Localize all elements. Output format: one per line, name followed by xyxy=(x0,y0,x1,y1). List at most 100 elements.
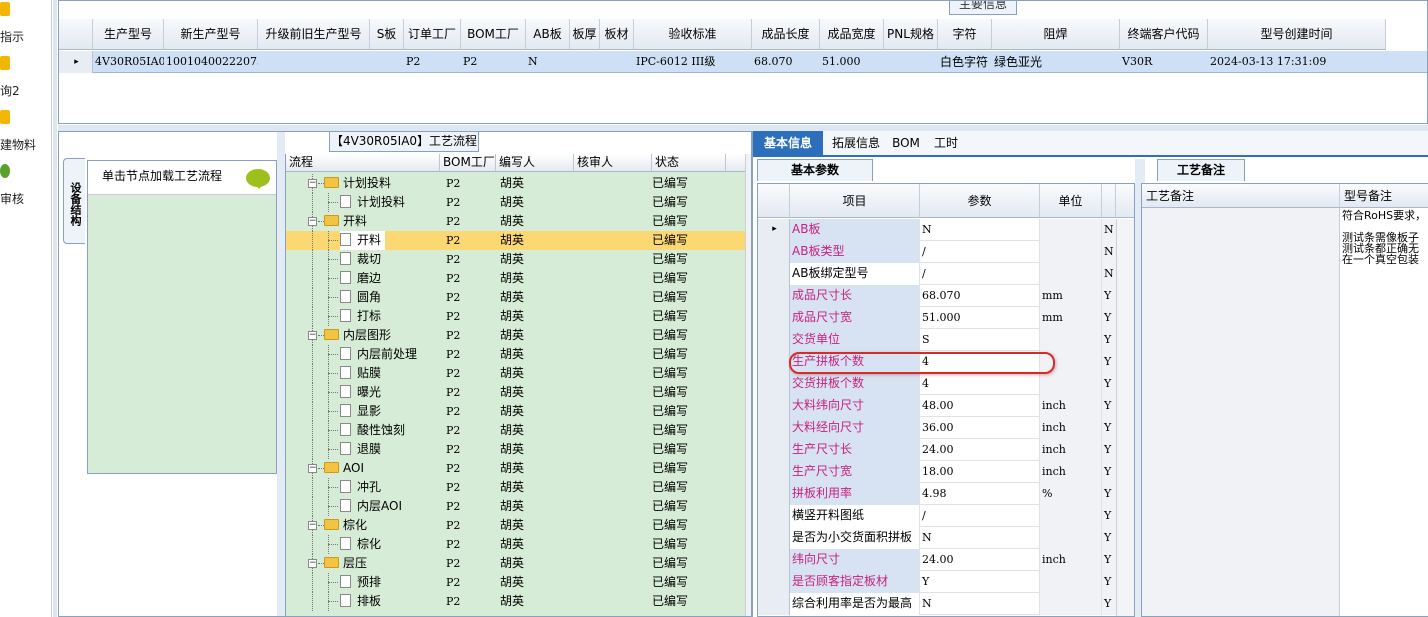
tree-node-step[interactable]: 棕化 xyxy=(340,535,381,554)
table-cell[interactable]: 51.000 xyxy=(820,51,884,73)
param-value[interactable]: 36.00 xyxy=(920,417,1040,439)
tree-row[interactable]: − 层压 P2 胡英 已编写 xyxy=(286,554,745,573)
param-value[interactable]: Y xyxy=(920,571,1040,593)
table-cell[interactable]: 4V30R05IA0 xyxy=(93,51,164,73)
tree-row[interactable]: 显影 P2 胡英 已编写 xyxy=(286,402,745,421)
param-row[interactable]: 是否顾客指定板材 Y Y xyxy=(758,571,1134,593)
tree-node-step[interactable]: 裁切 xyxy=(340,250,381,269)
param-value[interactable]: 4.98 xyxy=(920,483,1040,505)
tree-node-step[interactable]: 计划投料 xyxy=(340,193,405,212)
tree-row[interactable]: − 计划投料 P2 胡英 已编写 xyxy=(286,174,745,193)
param-row[interactable]: 交货拼板个数 4 Y xyxy=(758,373,1134,395)
tree-row[interactable]: 棕化 P2 胡英 已编写 xyxy=(286,535,745,554)
param-row[interactable]: 拼板利用率 4.98% Y xyxy=(758,483,1134,505)
equipment-structure-tab[interactable]: 设备结构 xyxy=(63,158,85,244)
nav-item-2[interactable]: 建物料 xyxy=(0,136,50,153)
param-value[interactable]: N xyxy=(920,593,1040,615)
params-scrollbar[interactable] xyxy=(1116,219,1134,616)
tab-2[interactable]: BOM xyxy=(889,131,923,155)
tree-node-step[interactable]: 内层AOI xyxy=(340,497,402,516)
model-note-cell[interactable]: 符合RoHS要求， 测试条需像板子 测试条都正确无 在一个真空包装 xyxy=(1342,210,1428,265)
table-cell[interactable]: IPC-6012 III级 xyxy=(634,51,752,73)
param-value[interactable]: 4 xyxy=(920,373,1040,395)
tree-node-step[interactable]: 曝光 xyxy=(340,383,381,402)
table-cell[interactable]: 68.070 xyxy=(752,51,820,73)
tree-row[interactable]: − 内层图形 P2 胡英 已编写 xyxy=(286,326,745,345)
tree-node-group[interactable]: 开料 xyxy=(324,212,367,231)
param-value[interactable]: 24.00 xyxy=(920,439,1040,461)
collapse-icon[interactable]: − xyxy=(308,217,317,226)
nav-item-1[interactable]: 询2 xyxy=(0,82,50,99)
column-header[interactable]: 新生产型号 xyxy=(164,19,258,50)
table-cell[interactable] xyxy=(258,51,370,73)
column-header[interactable]: AB板 xyxy=(526,19,570,50)
param-row[interactable]: 纬向尺寸 24.00 inch Y xyxy=(758,549,1134,571)
tree-row[interactable]: 内层前处理 P2 胡英 已编写 xyxy=(286,345,745,364)
column-header[interactable]: BOM工厂 xyxy=(461,19,526,50)
tree-node-step[interactable]: 显影 xyxy=(340,402,381,421)
column-header[interactable]: PNL规格 xyxy=(884,19,938,50)
column-header[interactable]: 工艺备注 xyxy=(1142,184,1340,208)
param-row[interactable]: 生产尺寸宽 18.00 inch Y xyxy=(758,461,1134,483)
column-header[interactable]: 升级前旧生产型号 xyxy=(258,19,370,50)
tree-row[interactable]: 裁切 P2 胡英 已编写 xyxy=(286,250,745,269)
column-header[interactable]: 成品长度 xyxy=(752,19,820,50)
column-header[interactable]: 成品宽度 xyxy=(820,19,884,50)
param-value[interactable]: / xyxy=(920,263,1040,285)
param-row[interactable]: 是否为小交货面积拼板 N Y xyxy=(758,527,1134,549)
tree-row[interactable]: 计划投料 P2 胡英 已编写 xyxy=(286,193,745,212)
tree-row[interactable]: 退膜 P2 胡英 已编写 xyxy=(286,440,745,459)
tree-row[interactable]: 预排 P2 胡英 已编写 xyxy=(286,573,745,592)
tab-0[interactable]: 基本信息 xyxy=(753,131,823,155)
param-value[interactable]: N xyxy=(920,219,1040,241)
nav-item-3[interactable]: 审核 xyxy=(0,190,50,207)
tree-row[interactable]: 内层AOI P2 胡英 已编写 xyxy=(286,497,745,516)
table-cell[interactable] xyxy=(600,51,634,73)
param-row[interactable]: 生产尺寸长 24.00 inch Y xyxy=(758,439,1134,461)
column-header[interactable]: S板 xyxy=(370,19,404,50)
column-header[interactable]: 单位 xyxy=(1040,184,1102,218)
arrow-folder-icon[interactable] xyxy=(0,56,10,70)
column-header[interactable]: 型号创建时间 xyxy=(1208,19,1386,50)
param-row[interactable]: AB板类型 / N xyxy=(758,241,1134,263)
collapse-icon[interactable]: − xyxy=(308,521,317,530)
param-value[interactable]: N xyxy=(920,527,1040,549)
table-cell[interactable]: 2024-03-13 17:31:09 xyxy=(1208,51,1386,73)
tree-node-group[interactable]: AOI xyxy=(324,459,364,478)
tree-node-step[interactable]: 酸性蚀刻 xyxy=(340,421,405,440)
tree-row[interactable]: 排板 P2 胡英 已编写 xyxy=(286,592,745,611)
tree-row[interactable]: 贴膜 P2 胡英 已编写 xyxy=(286,364,745,383)
param-row[interactable]: 大料纬向尺寸 48.00 inch Y xyxy=(758,395,1134,417)
tree-row[interactable]: 曝光 P2 胡英 已编写 xyxy=(286,383,745,402)
column-header[interactable]: 状态 xyxy=(652,154,726,172)
column-header[interactable]: 验收标准 xyxy=(634,19,752,50)
param-row[interactable]: ▸ AB板 N N xyxy=(758,219,1134,241)
check-icon[interactable] xyxy=(0,164,10,178)
tree-node-step[interactable]: 开料 xyxy=(340,231,386,250)
tree-node-step[interactable]: 排板 xyxy=(340,592,381,611)
tab-3[interactable]: 工时 xyxy=(923,131,969,155)
tree-node-step[interactable]: 贴膜 xyxy=(340,364,381,383)
tree-row[interactable]: 酸性蚀刻 P2 胡英 已编写 xyxy=(286,421,745,440)
param-row[interactable]: 横竖开料图纸 / Y xyxy=(758,505,1134,527)
tree-node-group[interactable]: 层压 xyxy=(324,554,367,573)
column-header[interactable]: 阻焊 xyxy=(992,19,1120,50)
tree-row[interactable]: 冲孔 P2 胡英 已编写 xyxy=(286,478,745,497)
column-header[interactable]: 订单工厂 xyxy=(404,19,461,50)
tree-row[interactable]: − 开料 P2 胡英 已编写 xyxy=(286,212,745,231)
nav-item-0[interactable]: 指示 xyxy=(0,28,50,45)
collapse-icon[interactable]: − xyxy=(308,559,317,568)
table-cell[interactable]: P2 xyxy=(461,51,526,73)
tab-1[interactable]: 拓展信息 xyxy=(823,131,889,155)
tree-row[interactable]: 打标 P2 胡英 已编写 xyxy=(286,307,745,326)
column-header[interactable]: 板材 xyxy=(600,19,634,50)
table-cell[interactable]: 白色字符 xyxy=(938,51,992,73)
column-header[interactable]: 参数 xyxy=(920,184,1040,218)
tree-node-group[interactable]: 计划投料 xyxy=(324,174,391,193)
param-row[interactable]: 成品尺寸宽 51.000 mm Y xyxy=(758,307,1134,329)
tree-node-step[interactable]: 磨边 xyxy=(340,269,381,288)
collapse-icon[interactable]: − xyxy=(308,464,317,473)
param-value[interactable]: S xyxy=(920,329,1040,351)
column-header[interactable]: 编写人 xyxy=(496,154,574,172)
table-cell[interactable]: N xyxy=(526,51,570,73)
